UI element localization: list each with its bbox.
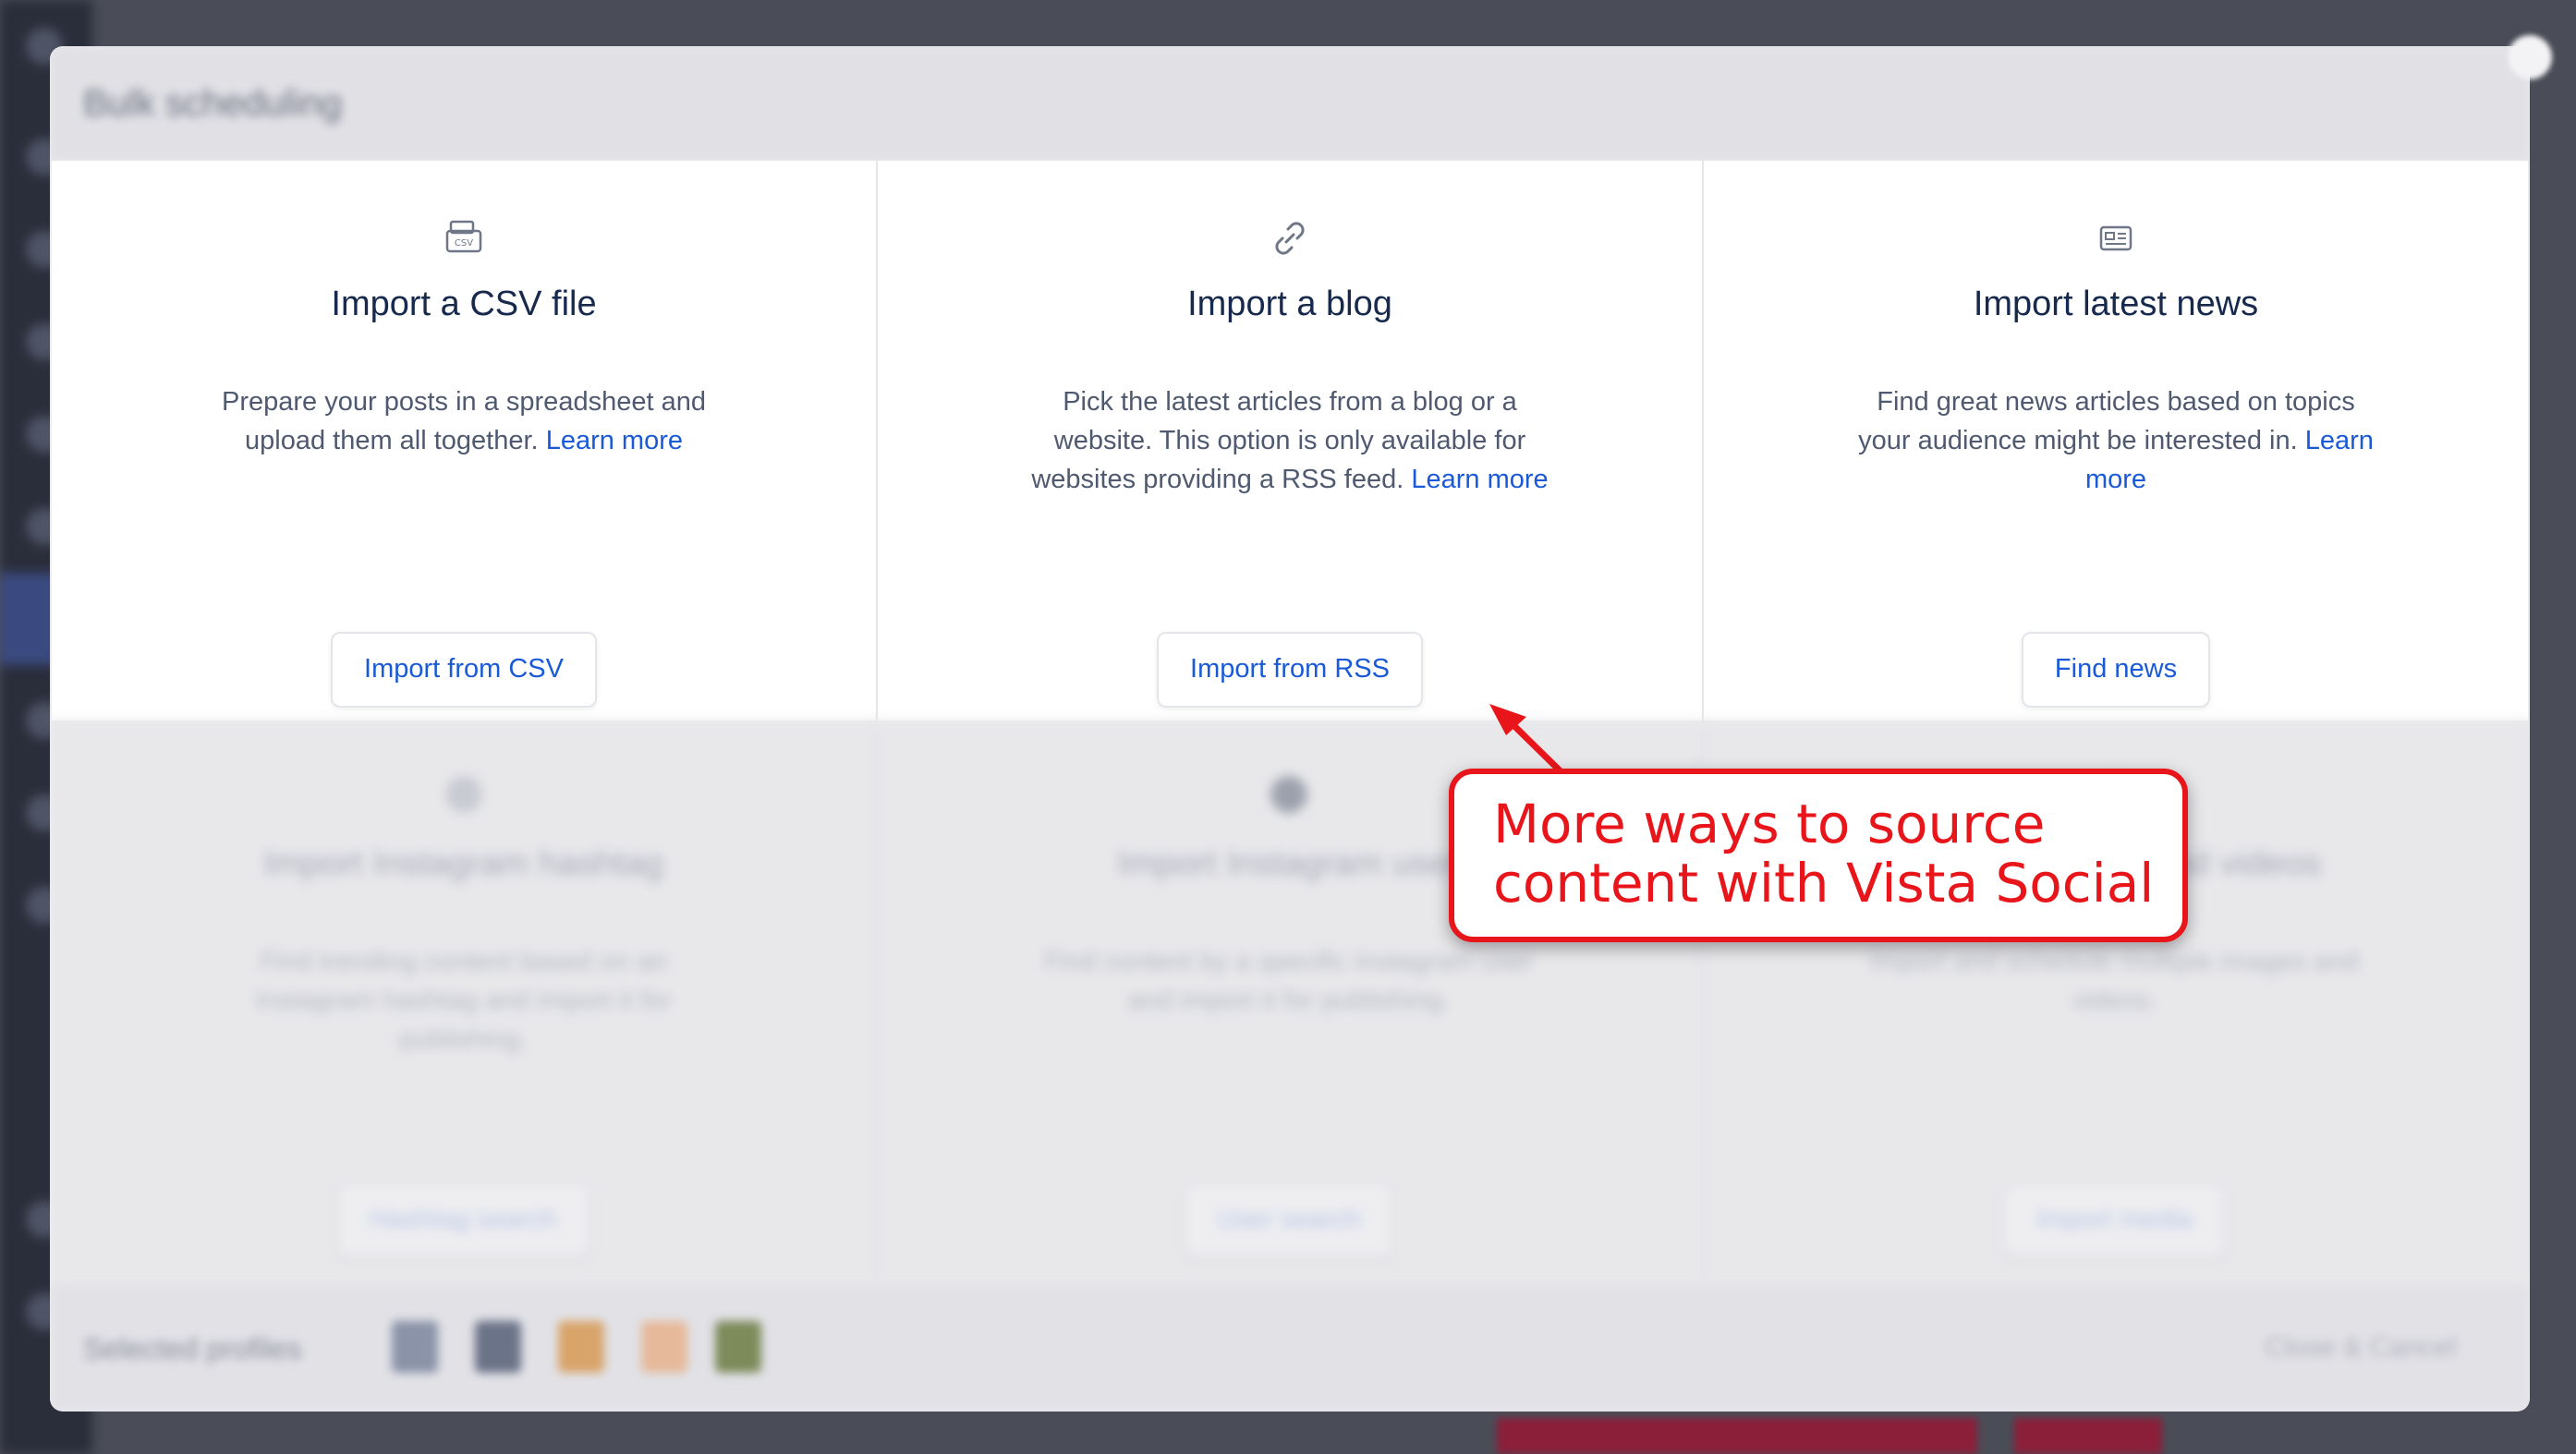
hashtag-search-button[interactable]: Hashtag search — [336, 1182, 591, 1258]
learn-more-link[interactable]: Learn more — [546, 426, 683, 455]
card-title: Import latest news — [1973, 285, 2259, 323]
card-description: Find trending content based on an Instag… — [255, 947, 672, 1054]
svg-text:CSV: CSV — [455, 238, 473, 248]
import-from-rss-button[interactable]: Import from RSS — [1157, 632, 1423, 708]
background-bar — [1497, 1418, 1977, 1454]
description-text: Find great news articles based on topics… — [1858, 387, 2355, 455]
card-import-hashtag: Import Instagram hashtag Find trending c… — [52, 721, 878, 1280]
import-from-csv-button[interactable]: Import from CSV — [331, 632, 597, 708]
close-icon[interactable] — [2508, 35, 2552, 79]
card-import-csv: CSV Import a CSV file Prepare your posts… — [52, 161, 878, 721]
hashtag-icon — [444, 776, 482, 813]
modal-footer: Selected profiles Close & Cancel — [50, 1284, 2530, 1412]
background-toolbar — [1497, 1418, 2162, 1454]
card-import-news: Import latest news Find great news artic… — [1704, 161, 2528, 721]
card-import-blog: Import a blog Pick the latest articles f… — [878, 161, 1704, 721]
card-description: Find content by a specific Instagram use… — [1044, 947, 1534, 1015]
selected-profiles-label: Selected profiles — [83, 1332, 302, 1365]
modal-title: Bulk scheduling — [83, 83, 343, 124]
card-description: Prepare your posts in a spreadsheet and … — [205, 382, 723, 460]
csv-file-icon: CSV — [445, 220, 482, 253]
bulk-scheduling-modal: Bulk scheduling CSV Import a CSV file Pr… — [50, 46, 2530, 1412]
profile-avatar[interactable] — [558, 1321, 604, 1373]
user-icon — [1270, 776, 1307, 813]
link-icon — [1275, 222, 1305, 255]
background-bar — [2014, 1418, 2162, 1454]
profile-avatar[interactable] — [641, 1321, 687, 1373]
callout-box: More ways to source content with Vista S… — [1449, 769, 2188, 942]
profile-avatar[interactable] — [715, 1321, 761, 1373]
profile-avatar[interactable] — [392, 1321, 438, 1373]
callout-text: More ways to source content with Vista S… — [1493, 793, 2155, 915]
card-description: Find great news articles based on topics… — [1857, 382, 2375, 499]
profile-avatar[interactable] — [475, 1321, 521, 1373]
close-cancel-button[interactable]: Close & Cancel — [2265, 1332, 2456, 1363]
newspaper-icon — [2099, 225, 2132, 251]
find-news-button[interactable]: Find news — [2021, 632, 2211, 708]
card-title: Import a blog — [1187, 285, 1392, 323]
modal-header: Bulk scheduling — [50, 46, 2530, 161]
import-options-top: CSV Import a CSV file Prepare your posts… — [52, 161, 2528, 721]
card-title: Import a CSV file — [331, 285, 597, 323]
import-media-button[interactable]: Import media — [2002, 1182, 2226, 1258]
card-title: Import Instagram hashtag — [263, 844, 664, 883]
learn-more-link[interactable]: Learn more — [1411, 465, 1548, 494]
user-search-button[interactable]: User search — [1183, 1182, 1395, 1258]
card-description: Import and schedule multiple images and … — [1869, 947, 2359, 1015]
card-description: Pick the latest articles from a blog or … — [1031, 382, 1549, 499]
